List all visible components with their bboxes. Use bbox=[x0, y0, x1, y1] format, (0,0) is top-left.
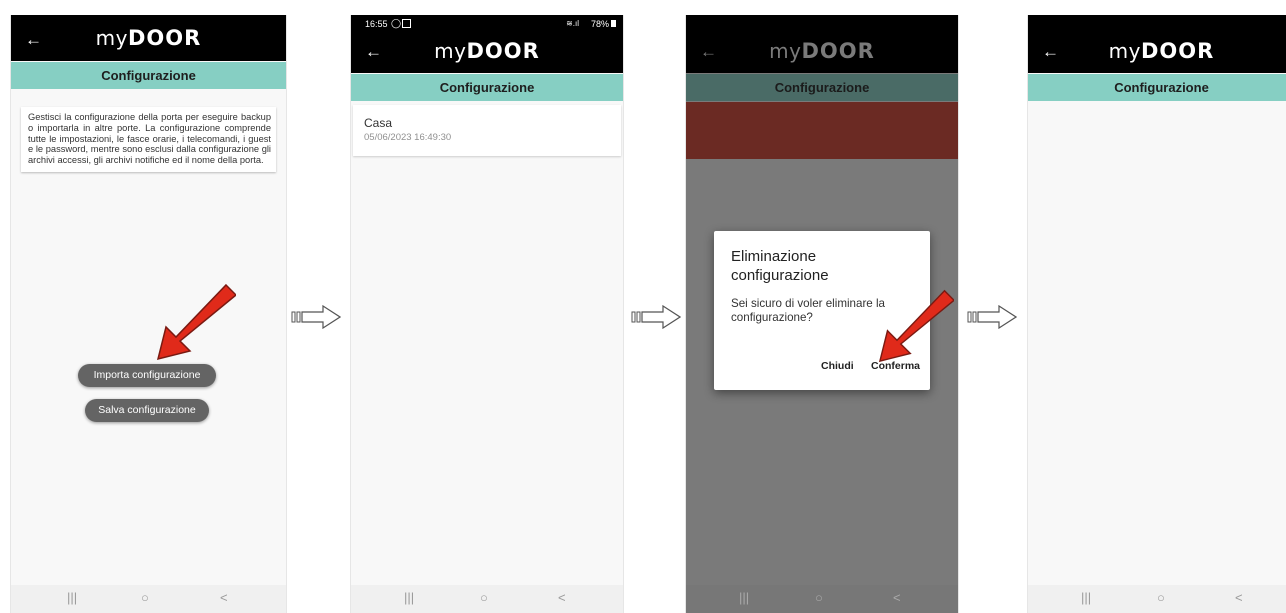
close-button[interactable]: Chiudi bbox=[821, 360, 854, 372]
flow-arrow-icon bbox=[291, 305, 341, 329]
system-nav-bar: ||| ○ < bbox=[11, 585, 286, 613]
recents-icon[interactable]: ||| bbox=[739, 591, 749, 604]
home-icon[interactable]: ○ bbox=[1157, 591, 1165, 604]
gallery-icon bbox=[402, 19, 411, 28]
whatsapp-icon: ◯ bbox=[391, 18, 402, 28]
battery-icon bbox=[611, 20, 616, 27]
status-time: 16:55 bbox=[365, 19, 388, 29]
app-logo: myDOOR bbox=[434, 39, 540, 63]
app-bar: ← myDOOR bbox=[11, 15, 286, 61]
app-logo: myDOOR bbox=[95, 26, 202, 50]
import-configuration-button[interactable]: Importa configurazione bbox=[78, 364, 216, 387]
app-bar: ← myDOOR bbox=[686, 15, 958, 73]
wifi-signal-icon: ≋.ıl bbox=[566, 19, 579, 28]
configuration-name: Casa bbox=[364, 116, 393, 130]
nav-back-icon[interactable]: < bbox=[1235, 591, 1243, 604]
app-bar: 16:55 ◯ ≋.ıl 78% ← myDOOR bbox=[351, 15, 623, 73]
nav-back-icon[interactable]: < bbox=[893, 591, 901, 604]
phone-screen-4: ← myDOOR Configurazione ||| ○ < bbox=[1027, 15, 1286, 613]
recents-icon[interactable]: ||| bbox=[1081, 591, 1091, 604]
app-bar: ← myDOOR bbox=[1028, 15, 1286, 73]
home-icon[interactable]: ○ bbox=[815, 591, 823, 604]
configuration-description: Gestisci la configurazione della porta p… bbox=[21, 107, 276, 172]
configuration-list-item[interactable]: Casa 05/06/2023 16:49:30 bbox=[353, 105, 621, 156]
page-title: Configurazione bbox=[11, 62, 286, 89]
status-bar: 16:55 ◯ ≋.ıl 78% bbox=[351, 15, 623, 33]
phone-screen-2: 16:55 ◯ ≋.ıl 78% ← myDOOR Configurazione… bbox=[350, 15, 624, 613]
system-nav-bar: ||| ○ < bbox=[686, 585, 958, 613]
nav-back-icon[interactable]: < bbox=[558, 591, 566, 604]
phone-screen-3: ← myDOOR Configurazione Eliminazione con… bbox=[685, 15, 959, 613]
page-title: Configurazione bbox=[1028, 74, 1286, 101]
flow-arrow-icon bbox=[967, 305, 1017, 329]
system-nav-bar: ||| ○ < bbox=[1028, 585, 1286, 613]
highlight-arrow-icon bbox=[156, 283, 236, 361]
app-logo: myDOOR bbox=[769, 39, 875, 63]
phone-screen-1: ← myDOOR Configurazione Gestisci la conf… bbox=[10, 15, 287, 613]
page-title: Configurazione bbox=[351, 74, 623, 101]
home-icon[interactable]: ○ bbox=[141, 591, 149, 604]
page-title: Configurazione bbox=[686, 74, 958, 101]
save-configuration-button[interactable]: Salva configurazione bbox=[85, 399, 209, 422]
recents-icon[interactable]: ||| bbox=[67, 591, 77, 604]
selected-item-dimmed bbox=[686, 102, 958, 159]
highlight-arrow-icon bbox=[878, 289, 954, 363]
configuration-date: 05/06/2023 16:49:30 bbox=[364, 132, 452, 143]
system-nav-bar: ||| ○ < bbox=[351, 585, 623, 613]
nav-back-icon[interactable]: < bbox=[220, 591, 228, 604]
recents-icon[interactable]: ||| bbox=[404, 591, 414, 604]
flow-arrow-icon bbox=[631, 305, 681, 329]
battery-level: 78% bbox=[590, 19, 609, 29]
app-logo: myDOOR bbox=[1108, 39, 1215, 63]
dialog-title: Eliminazione configurazione bbox=[731, 248, 829, 284]
home-icon[interactable]: ○ bbox=[480, 591, 488, 604]
